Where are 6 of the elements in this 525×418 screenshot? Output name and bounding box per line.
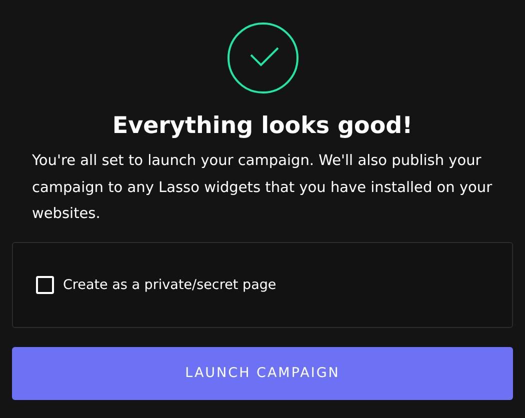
message-text: You're all set to launch your campaign. We'll also publish your campaign to any Lasso widgets that you have installed on your websites. xyxy=(31,152,494,224)
heading: Everything looks good! xyxy=(112,112,413,141)
checkbox-label[interactable]: Create as a private/secret page xyxy=(63,276,276,292)
check-circle-icon xyxy=(226,22,298,94)
launch-campaign-button[interactable]: LAUNCH CAMPAIGN xyxy=(12,346,513,400)
checkbox[interactable] xyxy=(36,276,54,294)
